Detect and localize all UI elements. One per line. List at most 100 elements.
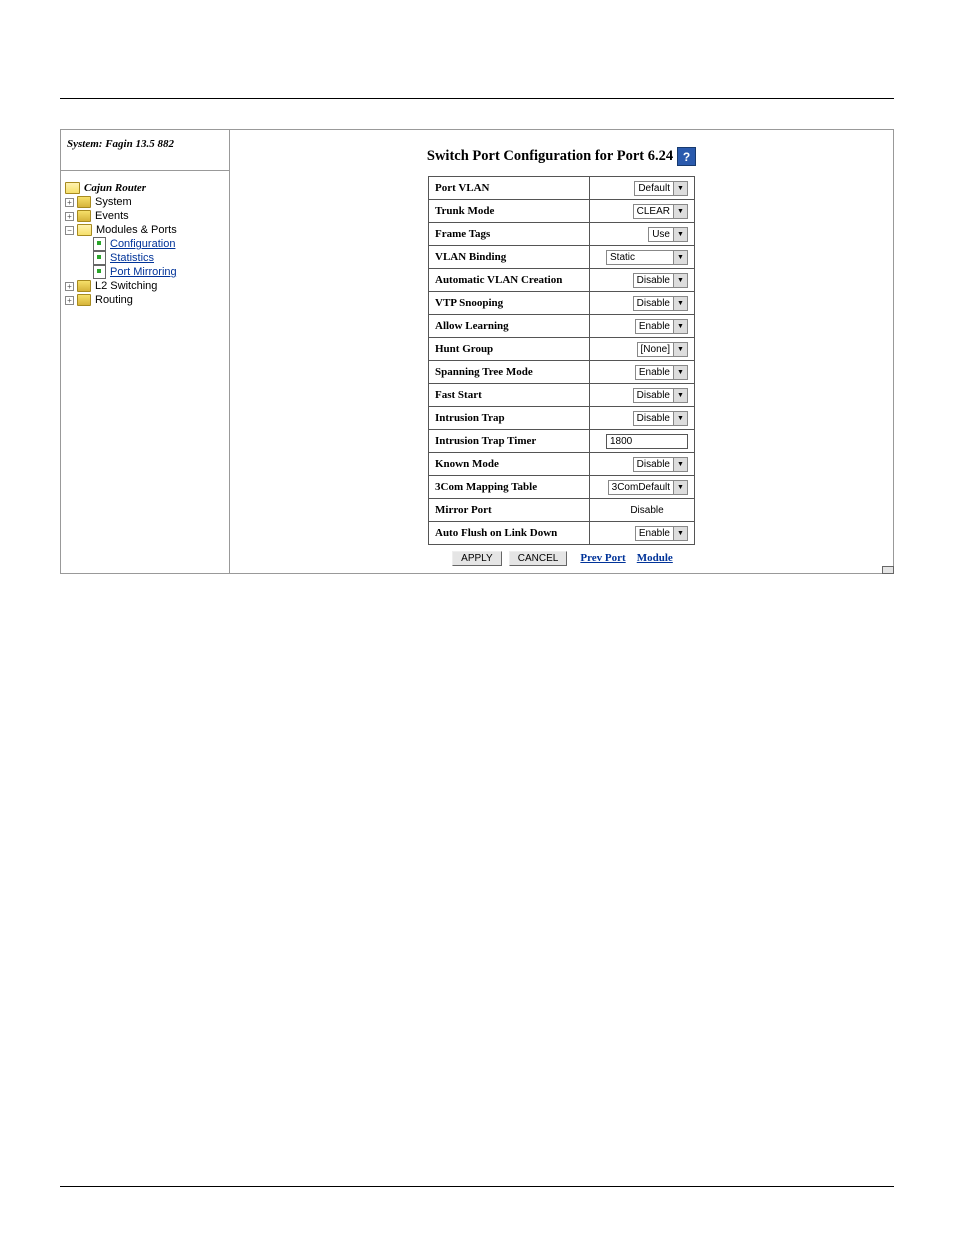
dropdown[interactable]: Disable▼: [633, 296, 688, 311]
dropdown-value: Enable: [636, 528, 673, 539]
tree-item-routing[interactable]: + Routing: [65, 293, 225, 307]
field-label: VTP Snooping: [429, 292, 590, 315]
tree-item-label: Configuration: [110, 237, 175, 251]
chevron-down-icon[interactable]: ▼: [673, 274, 687, 287]
button-row: APPLY CANCEL Prev Port Module: [230, 551, 893, 566]
tree-root[interactable]: Cajun Router: [65, 181, 225, 195]
scroll-handle-icon[interactable]: [882, 566, 894, 574]
field-control-cell: Enable▼: [590, 315, 695, 338]
chevron-down-icon[interactable]: ▼: [673, 182, 687, 195]
apply-button[interactable]: APPLY: [452, 551, 502, 566]
field-control-cell: Static▼: [590, 246, 695, 269]
chevron-down-icon[interactable]: ▼: [673, 481, 687, 494]
dropdown[interactable]: Enable▼: [635, 365, 688, 380]
dropdown[interactable]: Disable▼: [633, 457, 688, 472]
folder-closed-icon: [77, 196, 91, 208]
dropdown-value: Static: [607, 252, 673, 263]
tree-item-configuration[interactable]: Configuration: [65, 237, 225, 251]
doc-icon: [93, 237, 106, 251]
field-control-cell: CLEAR▼: [590, 200, 695, 223]
dropdown-value: Disable: [634, 298, 673, 309]
chevron-down-icon[interactable]: ▼: [673, 527, 687, 540]
tree-item-port-mirroring[interactable]: Port Mirroring: [65, 265, 225, 279]
field-label: Mirror Port: [429, 499, 590, 522]
dropdown[interactable]: Disable▼: [633, 411, 688, 426]
chevron-down-icon[interactable]: ▼: [673, 251, 687, 264]
tree-item-label: Port Mirroring: [110, 265, 177, 279]
dropdown-value: Default: [635, 183, 673, 194]
dropdown-value: Use: [649, 229, 673, 240]
dropdown[interactable]: CLEAR▼: [633, 204, 688, 219]
table-row: VLAN BindingStatic▼: [429, 246, 695, 269]
chevron-down-icon[interactable]: ▼: [673, 343, 687, 356]
dropdown[interactable]: Disable▼: [633, 273, 688, 288]
dropdown[interactable]: Disable▼: [633, 388, 688, 403]
expand-icon[interactable]: +: [65, 296, 74, 305]
chevron-down-icon[interactable]: ▼: [673, 228, 687, 241]
chevron-down-icon[interactable]: ▼: [673, 297, 687, 310]
chevron-down-icon[interactable]: ▼: [673, 320, 687, 333]
table-row: VTP Snooping Disable▼: [429, 292, 695, 315]
folder-closed-icon: [77, 294, 91, 306]
text-input[interactable]: 1800: [606, 434, 688, 449]
dropdown[interactable]: Use▼: [648, 227, 688, 242]
dropdown[interactable]: Enable▼: [635, 319, 688, 334]
prev-port-link[interactable]: Prev Port: [580, 552, 625, 564]
header-rule: [60, 98, 894, 99]
field-control-cell: Disable▼: [590, 292, 695, 315]
page-title: Switch Port Configuration for Port 6.24: [427, 148, 673, 165]
dropdown[interactable]: Enable▼: [635, 526, 688, 541]
field-control-cell: Disable▼: [590, 269, 695, 292]
expand-icon[interactable]: +: [65, 282, 74, 291]
chevron-down-icon[interactable]: ▼: [673, 366, 687, 379]
dropdown-value: CLEAR: [634, 206, 673, 217]
tree-item-label: System: [95, 195, 132, 209]
tree-item-events[interactable]: + Events: [65, 209, 225, 223]
tree-item-l2-switching[interactable]: + L2 Switching: [65, 279, 225, 293]
field-label: Auto Flush on Link Down: [429, 522, 590, 545]
field-label: Hunt Group: [429, 338, 590, 361]
field-label: Known Mode: [429, 453, 590, 476]
page-title-row: Switch Port Configuration for Port 6.24 …: [230, 147, 893, 166]
tree-item-statistics[interactable]: Statistics: [65, 251, 225, 265]
tree-item-system[interactable]: + System: [65, 195, 225, 209]
app-frame: System: Fagin 13.5 882 Cajun Router + Sy…: [60, 129, 894, 574]
table-row: Frame TagsUse▼: [429, 223, 695, 246]
dropdown[interactable]: [None]▼: [637, 342, 688, 357]
collapse-icon[interactable]: −: [65, 226, 74, 235]
field-control-cell: Default▼: [590, 177, 695, 200]
table-row: Hunt Group [None]▼: [429, 338, 695, 361]
table-row: Trunk Mode CLEAR▼: [429, 200, 695, 223]
table-row: Port VLAN Default▼: [429, 177, 695, 200]
expand-icon[interactable]: +: [65, 212, 74, 221]
table-row: 3Com Mapping Table3ComDefault▼: [429, 476, 695, 499]
chevron-down-icon[interactable]: ▼: [673, 205, 687, 218]
dropdown[interactable]: Static▼: [606, 250, 688, 265]
dropdown[interactable]: 3ComDefault▼: [608, 480, 688, 495]
table-row: Intrusion Trap Timer1800: [429, 430, 695, 453]
system-title: System: Fagin 13.5 882: [61, 130, 229, 171]
tree-item-modules-ports[interactable]: − Modules & Ports: [65, 223, 225, 237]
field-control-cell: 1800: [590, 430, 695, 453]
chevron-down-icon[interactable]: ▼: [673, 412, 687, 425]
table-row: Intrusion TrapDisable▼: [429, 407, 695, 430]
help-icon[interactable]: ?: [677, 147, 696, 166]
config-table: Port VLANDefault▼Trunk ModeCLEAR▼Frame T…: [428, 176, 695, 545]
field-control-cell: Enable▼: [590, 522, 695, 545]
dropdown[interactable]: Default▼: [634, 181, 688, 196]
dropdown-value: 3ComDefault: [609, 482, 673, 493]
field-label: Trunk Mode: [429, 200, 590, 223]
cancel-button[interactable]: CANCEL: [509, 551, 568, 566]
folder-open-icon: [77, 224, 92, 236]
module-link[interactable]: Module: [637, 552, 673, 564]
field-label: Fast Start: [429, 384, 590, 407]
field-control-cell: Enable▼: [590, 361, 695, 384]
field-control-cell: Disable: [590, 499, 695, 522]
dropdown-value: Disable: [634, 390, 673, 401]
chevron-down-icon[interactable]: ▼: [673, 458, 687, 471]
expand-icon[interactable]: +: [65, 198, 74, 207]
doc-icon: [93, 265, 106, 279]
table-row: Allow LearningEnable▼: [429, 315, 695, 338]
field-label: Port VLAN: [429, 177, 590, 200]
chevron-down-icon[interactable]: ▼: [673, 389, 687, 402]
